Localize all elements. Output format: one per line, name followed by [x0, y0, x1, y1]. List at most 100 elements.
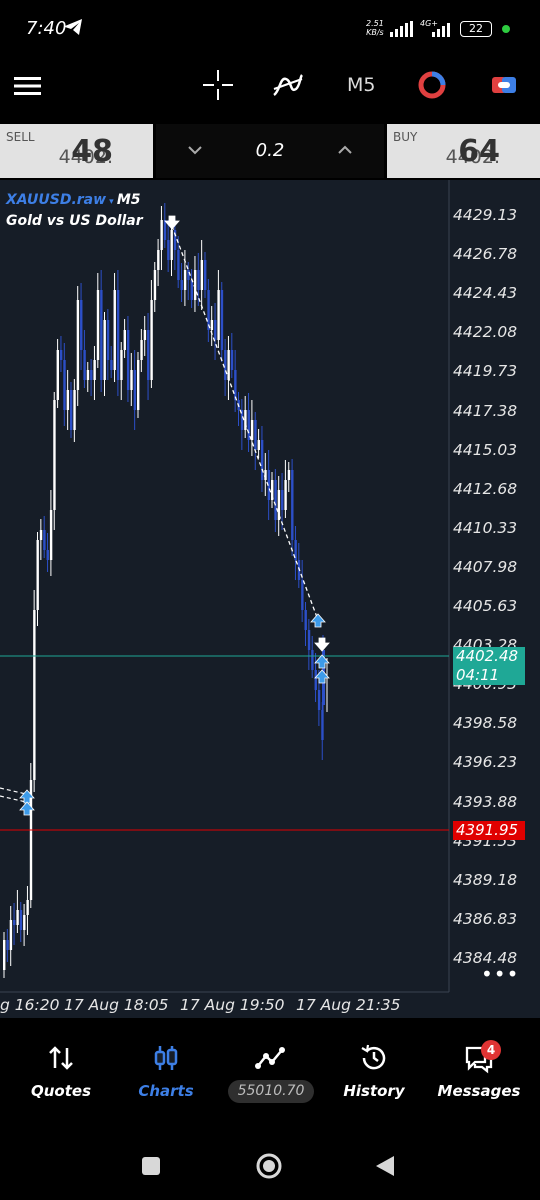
back-button[interactable] — [374, 1154, 396, 1178]
candle-body — [16, 910, 19, 925]
candle-body — [19, 910, 23, 930]
price-scale-label: 4405.63 — [453, 597, 518, 615]
candle-body — [244, 410, 247, 430]
chart-symbol[interactable]: XAUUSD.raw ▾ M5 — [6, 192, 141, 208]
level-price-tag: 4391.95 — [453, 821, 525, 840]
price-scale-label: 4398.58 — [453, 714, 518, 733]
sell-arrow-icon — [164, 215, 180, 230]
crosshair-icon[interactable] — [201, 68, 235, 102]
nav-history[interactable]: History — [320, 1022, 428, 1112]
candle-body — [291, 470, 294, 540]
candle-body — [3, 940, 6, 970]
candle-body — [260, 440, 264, 480]
time-scale-label: 17 Aug 18:05 — [64, 996, 169, 1014]
chart-type-icon[interactable] — [415, 68, 449, 102]
candle-body — [190, 280, 193, 300]
price-scale-label: 4417.38 — [453, 401, 518, 420]
trade-icon[interactable] — [487, 68, 521, 102]
nav-charts[interactable]: Charts — [112, 1022, 220, 1112]
buy-arrow-icon — [310, 613, 326, 628]
candle-body — [49, 510, 53, 560]
candle-body — [36, 540, 39, 610]
candle-body — [113, 290, 116, 370]
history-icon — [361, 1044, 386, 1070]
candle-body — [177, 250, 180, 280]
candle-body — [281, 490, 284, 510]
candle-body — [130, 370, 133, 390]
price-scale-label: 4386.83 — [453, 909, 518, 928]
candle-body — [183, 270, 187, 290]
candle-body — [284, 480, 287, 510]
candle-body — [317, 690, 321, 710]
candle-body — [23, 915, 26, 930]
price-scale-label: 4393.88 — [453, 792, 518, 811]
telegram-icon — [65, 19, 82, 35]
battery-icon: 22 — [460, 21, 492, 37]
candle-body — [56, 350, 59, 400]
price-scale-label: 4389.18 — [453, 870, 518, 889]
candle-body — [210, 320, 214, 330]
candle-body — [96, 290, 100, 360]
candle-body — [93, 360, 96, 380]
indicators-icon[interactable] — [270, 68, 306, 102]
candle-body — [73, 390, 76, 430]
buy-button[interactable]: BUY 4402. 64 — [387, 124, 540, 178]
system-navigation — [0, 1118, 540, 1200]
candle-body — [167, 240, 170, 260]
signal-icon — [390, 21, 413, 37]
candle-body — [197, 270, 200, 290]
candle-body — [90, 370, 93, 380]
nav-messages[interactable]: Messages — [425, 1022, 533, 1112]
candle-body — [6, 940, 9, 950]
candle-body — [314, 670, 317, 690]
network-speed: 2.51 KB/s — [366, 19, 384, 37]
candle-body — [110, 360, 113, 370]
menu-icon[interactable] — [12, 70, 44, 102]
candle-body — [307, 630, 311, 650]
recents-button[interactable] — [141, 1156, 161, 1176]
price-scale-label: 4415.03 — [453, 440, 518, 459]
candle-body — [39, 530, 43, 540]
price-scale-label: 4407.98 — [453, 557, 518, 576]
candle-body — [120, 350, 123, 380]
charts-icon — [154, 1046, 178, 1070]
privacy-indicator — [502, 25, 510, 33]
volume-control: 0.2 — [156, 124, 384, 178]
price-scale-label: 4426.78 — [453, 245, 518, 264]
candle-body — [143, 330, 147, 340]
candle-body — [86, 370, 90, 380]
status-time: 7:40 — [26, 18, 67, 39]
more-options-icon[interactable]: ••• — [481, 962, 519, 986]
timeframe-button[interactable]: M5 — [347, 74, 375, 96]
candle-body — [234, 370, 237, 400]
candle-body — [63, 360, 66, 410]
candle-body — [227, 350, 230, 380]
candle-body — [274, 480, 277, 520]
candle-body — [200, 260, 204, 290]
candle-body — [157, 250, 160, 270]
trade-line — [0, 787, 27, 795]
candle-body — [254, 420, 257, 450]
candle-body — [116, 290, 120, 380]
nav-quotes[interactable]: Quotes — [7, 1022, 115, 1112]
candle-body — [217, 290, 220, 340]
sell-button[interactable]: SELL 4402. 48 — [0, 124, 153, 178]
time-scale-label: 17 Aug 19:50 — [180, 996, 285, 1014]
sell-label: SELL — [6, 130, 35, 144]
candle-body — [53, 400, 56, 510]
candle-body — [153, 270, 157, 300]
candle-body — [311, 650, 314, 670]
chevron-up-icon[interactable] — [333, 138, 357, 162]
price-scale-label: 4419.73 — [453, 362, 518, 381]
candle-body — [150, 300, 153, 380]
candle-body — [247, 410, 250, 440]
candle-body — [70, 390, 73, 430]
candle-body — [207, 290, 210, 330]
price-scale-label: 4396.23 — [453, 753, 518, 772]
home-button[interactable] — [255, 1152, 283, 1180]
time-scale-label: 17 Aug 21:35 — [296, 996, 401, 1014]
trade-line — [171, 225, 319, 621]
buy-label: BUY — [393, 130, 418, 144]
quotes-icon — [49, 1046, 73, 1070]
candle-body — [287, 470, 291, 480]
